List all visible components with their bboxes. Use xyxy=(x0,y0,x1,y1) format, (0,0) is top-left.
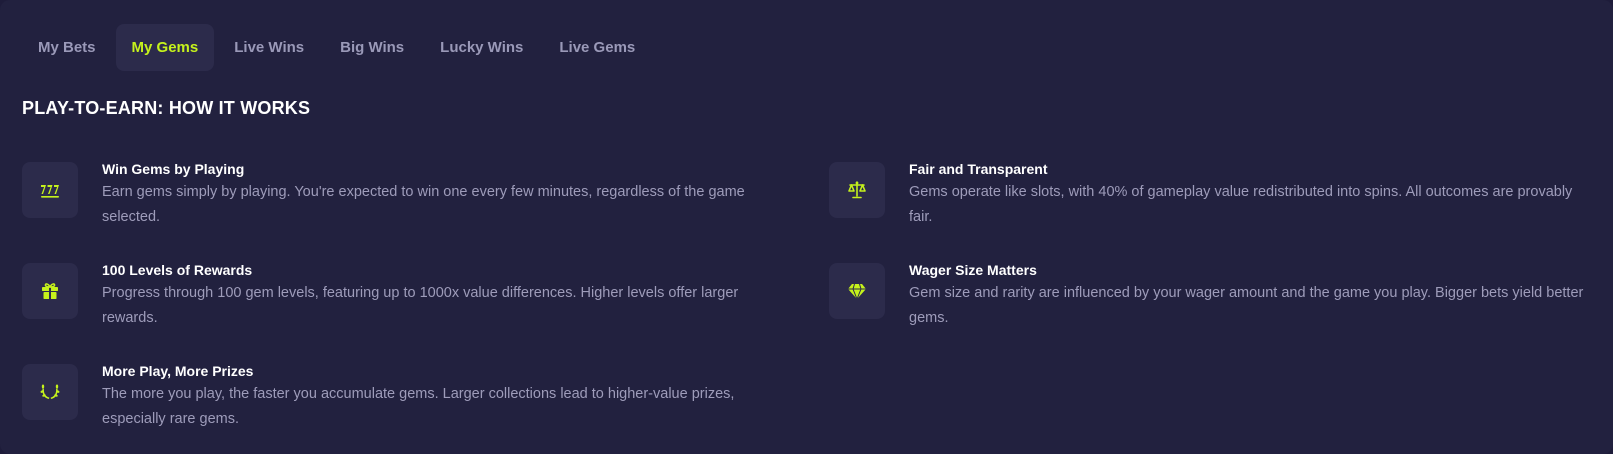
laurel-icon xyxy=(40,384,60,399)
diamond-icon xyxy=(848,283,866,301)
scales-icon xyxy=(848,181,866,199)
feature-description: Progress through 100 gem levels, featuri… xyxy=(102,285,739,326)
feature-icon-tile xyxy=(829,162,885,218)
gift-icon xyxy=(42,283,58,299)
feature-description: Gem size and rarity are influenced by yo… xyxy=(909,285,1584,326)
feature-title: Wager Size Matters xyxy=(909,262,1037,278)
feature-description: The more you play, the faster you accumu… xyxy=(102,386,735,427)
feature-more-play: More Play, More Prizes The more you play… xyxy=(22,363,742,432)
slot-777-icon xyxy=(41,185,59,198)
tab-my-gems[interactable]: My Gems xyxy=(115,24,215,71)
section-heading: PLAY-TO-EARN: HOW IT WORKS xyxy=(22,98,311,118)
feature-title: 100 Levels of Rewards xyxy=(102,262,253,278)
feature-title: More Play, More Prizes xyxy=(102,363,254,379)
tab-bar: My Bets My Gems Live Wins Big Wins Lucky… xyxy=(22,24,651,71)
feature-icon-tile xyxy=(22,263,78,319)
tab-big-wins[interactable]: Big Wins xyxy=(324,24,420,71)
feature-title: Fair and Transparent xyxy=(909,161,1048,177)
feature-win-gems: Win Gems by Playing Earn gems simply by … xyxy=(22,161,762,230)
feature-icon-tile xyxy=(22,162,78,218)
feature-wager-size: Wager Size Matters Gem size and rarity a… xyxy=(829,262,1599,331)
tab-lucky-wins[interactable]: Lucky Wins xyxy=(424,24,539,71)
feature-description: Gems operate like slots, with 40% of gam… xyxy=(909,184,1573,225)
feature-title: Win Gems by Playing xyxy=(102,161,245,177)
feature-levels-rewards: 100 Levels of Rewards Progress through 1… xyxy=(22,262,782,331)
tab-live-gems[interactable]: Live Gems xyxy=(543,24,651,71)
tab-my-bets[interactable]: My Bets xyxy=(22,24,112,71)
tab-live-wins[interactable]: Live Wins xyxy=(218,24,320,71)
gems-panel: My Bets My Gems Live Wins Big Wins Lucky… xyxy=(0,0,1613,454)
feature-description: Earn gems simply by playing. You're expe… xyxy=(102,184,745,225)
feature-icon-tile xyxy=(22,364,78,420)
feature-fair-transparent: Fair and Transparent Gems operate like s… xyxy=(829,161,1599,230)
feature-icon-tile xyxy=(829,263,885,319)
